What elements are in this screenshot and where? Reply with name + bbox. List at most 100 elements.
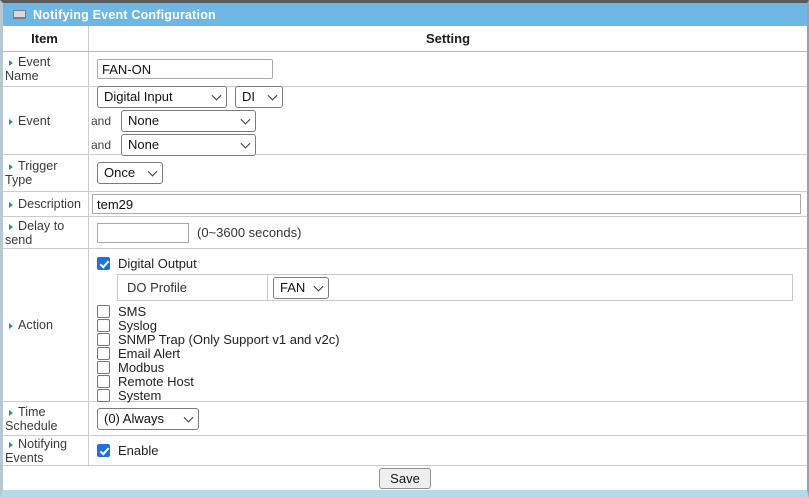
event-and2-select[interactable]: None [121,134,256,156]
column-header-item: Item [3,26,89,51]
bullet-arrow-icon [9,60,13,66]
do-profile-cell: FAN [268,275,792,300]
cell-event-name-setting [89,52,807,86]
cell-event-setting: Digital Input DI and None and None [89,87,807,154]
row-label-description: Description [3,192,89,216]
checkbox-label: Modbus [118,360,164,375]
row-label-time-schedule: Time Schedule [3,402,89,435]
snmp-trap-checkbox[interactable] [97,333,110,346]
row-label-text: Delay to send [5,219,64,247]
action-option-remote-host: Remote Host [97,374,793,388]
bullet-arrow-icon [9,323,13,329]
remote-host-checkbox[interactable] [97,375,110,388]
row-action: Action Digital Output DO Profile FAN [3,249,807,402]
system-checkbox[interactable] [97,389,110,402]
trigger-type-select[interactable]: Once [97,162,163,184]
row-label-action: Action [3,249,89,401]
checkbox-label: SMS [118,304,146,319]
do-profile-subtable: DO Profile FAN [117,274,793,301]
bullet-arrow-icon [9,442,13,448]
action-option-email-alert: Email Alert [97,346,793,360]
row-label-event: Event [3,87,89,154]
do-profile-select[interactable]: FAN [273,277,329,299]
checkbox-label: Email Alert [118,346,180,361]
window-icon [13,10,26,19]
notifying-events-enable-row: Enable [97,443,158,459]
row-label-event-name: Event Name [3,52,89,86]
row-event: Event Digital Input DI and None [3,87,807,155]
event-and1-select-wrap: None [121,110,256,132]
panel-title: Notifying Event Configuration [33,8,216,22]
event-line-3: and None [91,134,283,156]
time-schedule-select-wrap: (0) Always [97,408,199,430]
do-profile-select-wrap: FAN [273,277,329,299]
row-delay-to-send: Delay to send (0~3600 seconds) [3,217,807,249]
and-label: and [91,114,113,128]
bullet-arrow-icon [9,202,13,208]
cell-notifying-events-setting: Enable [89,436,807,465]
row-label-trigger-type: Trigger Type [3,155,89,191]
save-row: Save [3,466,807,490]
description-input[interactable] [92,194,801,214]
cell-delay-setting: (0~3600 seconds) [89,217,807,248]
action-option-snmp-trap: SNMP Trap (Only Support v1 and v2c) [97,332,793,346]
row-label-text: Notifying Events [5,437,67,465]
syslog-checkbox[interactable] [97,319,110,332]
checkbox-label: Remote Host [118,374,194,389]
email-alert-checkbox[interactable] [97,347,110,360]
checkbox-label: Digital Output [118,256,197,271]
checkbox-label: SNMP Trap (Only Support v1 and v2c) [118,332,340,347]
event-line-2: and None [91,110,283,132]
row-notifying-events: Notifying Events Enable [3,436,807,466]
panel-title-bar: Notifying Event Configuration [3,3,807,26]
modbus-checkbox[interactable] [97,361,110,374]
action-option-syslog: Syslog [97,318,793,332]
row-label-delay: Delay to send [3,217,89,248]
event-selects-group: Digital Input DI and None and None [91,84,283,158]
table-header-row: Item Setting [3,26,807,52]
delay-range-hint: (0~3600 seconds) [197,225,301,240]
event-source-select-wrap: DI [235,86,283,108]
digital-output-checkbox[interactable] [97,257,110,270]
row-label-notifying-events: Notifying Events [3,436,89,465]
row-time-schedule: Time Schedule (0) Always [3,402,807,436]
checkbox-label: System [118,388,161,403]
bullet-arrow-icon [9,119,13,125]
bullet-arrow-icon [9,224,13,230]
column-header-setting: Setting [89,26,807,51]
row-trigger-type: Trigger Type Once [3,155,807,192]
bullet-arrow-icon [9,164,13,170]
enable-checkbox[interactable] [97,444,110,457]
event-name-input[interactable] [97,59,273,79]
action-options-group: Digital Output DO Profile FAN SMS [89,249,807,402]
cell-description-setting [89,192,807,216]
do-profile-label: DO Profile [118,275,268,300]
action-option-modbus: Modbus [97,360,793,374]
event-type-select-wrap: Digital Input [97,86,227,108]
action-option-system: System [97,388,793,402]
row-event-name: Event Name [3,52,807,87]
event-line-1: Digital Input DI [91,86,283,108]
cell-action-setting: Digital Output DO Profile FAN SMS [89,249,807,401]
checkbox-label: Syslog [118,318,157,333]
notifying-event-config-panel: Notifying Event Configuration Item Setti… [0,0,809,498]
trigger-type-select-wrap: Once [97,162,163,184]
row-label-text: Description [18,197,81,211]
cell-trigger-setting: Once [89,155,807,191]
delay-input[interactable] [97,223,189,243]
event-and1-select[interactable]: None [121,110,256,132]
action-option-digital-output: Digital Output [97,254,793,272]
save-button[interactable]: Save [379,468,431,489]
event-source-select[interactable]: DI [235,86,283,108]
event-type-select[interactable]: Digital Input [97,86,227,108]
and-label: and [91,138,113,152]
bullet-arrow-icon [9,410,13,416]
time-schedule-select[interactable]: (0) Always [97,408,199,430]
action-option-sms: SMS [97,304,793,318]
row-description: Description [3,192,807,217]
row-label-text: Action [18,318,53,332]
row-label-text: Event [18,114,50,128]
cell-time-schedule-setting: (0) Always [89,402,807,435]
checkbox-label: Enable [118,443,158,458]
sms-checkbox[interactable] [97,305,110,318]
